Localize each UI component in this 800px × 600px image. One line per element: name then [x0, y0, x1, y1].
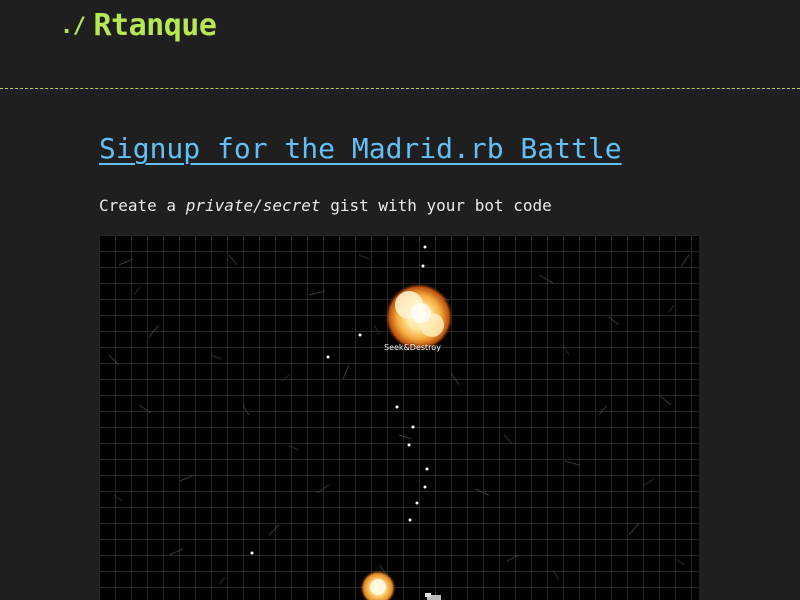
bullet: [407, 443, 411, 447]
intro-text-start: Create a: [99, 196, 186, 215]
bullet: [408, 518, 412, 522]
bullet: [358, 333, 362, 337]
battle-arena: Seek&Destroy: [99, 235, 699, 600]
site-logo[interactable]: ./ Rtanque: [60, 8, 217, 43]
bullet: [423, 485, 427, 489]
bullet: [395, 405, 399, 409]
site-name-link[interactable]: Rtanque: [94, 8, 217, 43]
bullet: [423, 245, 427, 249]
logo-prompt: ./: [60, 14, 86, 39]
page-title-link[interactable]: Signup for the Madrid.rb Battle: [99, 132, 622, 165]
explosion-icon: [360, 570, 396, 600]
explosion-icon: [385, 283, 453, 351]
intro-text-emphasis: private/secret: [185, 196, 321, 215]
bullet: [415, 501, 419, 505]
intro-text-end: gist with your bot code: [320, 196, 552, 215]
site-header: ./ Rtanque: [0, 0, 800, 89]
bullet: [411, 425, 415, 429]
tank-icon: [425, 593, 441, 600]
bullet: [421, 264, 425, 268]
bot-name-label: Seek&Destroy: [384, 343, 441, 352]
intro-text: Create a private/secret gist with your b…: [99, 196, 552, 215]
arena-canvas: [108, 245, 690, 600]
bullet: [326, 355, 330, 359]
bullet: [425, 467, 429, 471]
bullet: [250, 551, 254, 555]
